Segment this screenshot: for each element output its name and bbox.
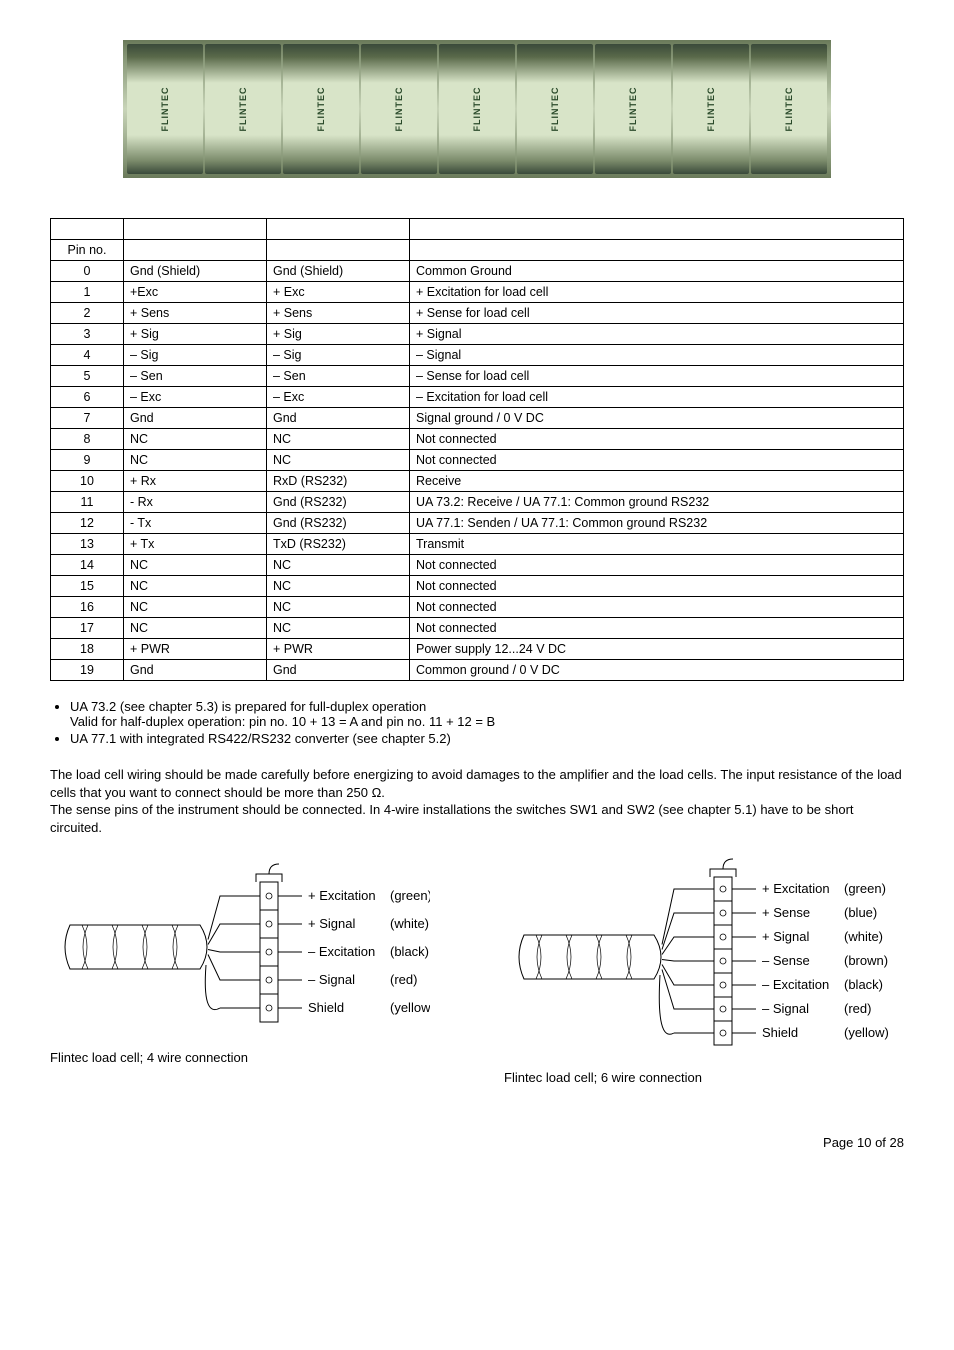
- table-row: 18+ PWR+ PWRPower supply 12...24 V DC: [51, 639, 904, 660]
- table-row: 10+ RxRxD (RS232)Receive: [51, 471, 904, 492]
- page-footer: Page 10 of 28: [50, 1135, 904, 1150]
- svg-text:– Sense: – Sense: [762, 953, 810, 968]
- table-row: 9NCNCNot connected: [51, 450, 904, 471]
- svg-text:+ Sense: + Sense: [762, 905, 810, 920]
- table-row: 2+ Sens+ Sens+ Sense for load cell: [51, 303, 904, 324]
- table-row: 15NCNCNot connected: [51, 576, 904, 597]
- diagram-6wire: + Excitation (green) + Sense (blue) + Signal…: [504, 852, 904, 1085]
- svg-text:– Excitation: – Excitation: [762, 977, 829, 992]
- notes-list: UA 73.2 (see chapter 5.3) is prepared fo…: [50, 699, 904, 746]
- table-row: 0Gnd (Shield)Gnd (Shield)Common Ground: [51, 261, 904, 282]
- svg-text:(blue): (blue): [844, 905, 877, 920]
- svg-text:(brown): (brown): [844, 953, 888, 968]
- table-row: 19GndGndCommon ground / 0 V DC: [51, 660, 904, 681]
- pin-table: Pin no. 0Gnd (Shield)Gnd (Shield)Common …: [50, 218, 904, 681]
- table-row: 14NCNCNot connected: [51, 555, 904, 576]
- svg-text:Shield: Shield: [308, 1000, 344, 1015]
- caption-6wire: Flintec load cell; 6 wire connection: [504, 1070, 904, 1085]
- svg-text:(white): (white): [390, 916, 429, 931]
- svg-text:(yellow): (yellow): [390, 1000, 430, 1015]
- svg-text:(black): (black): [844, 977, 883, 992]
- svg-text:– Signal: – Signal: [762, 1001, 809, 1016]
- table-row: 13+ TxTxD (RS232)Transmit: [51, 534, 904, 555]
- diagram-4wire: + Excitation (green) + Signal (white) – Exci…: [50, 852, 444, 1085]
- svg-text:+ Excitation: + Excitation: [308, 888, 376, 903]
- wiring-paragraph: The load cell wiring should be made care…: [50, 766, 904, 836]
- table-row: 16NCNCNot connected: [51, 597, 904, 618]
- svg-text:(white): (white): [844, 929, 883, 944]
- svg-text:Shield: Shield: [762, 1025, 798, 1040]
- table-row: 6– Exc– Exc– Excitation for load cell: [51, 387, 904, 408]
- table-row: 7GndGndSignal ground / 0 V DC: [51, 408, 904, 429]
- table-row: 4– Sig– Sig– Signal: [51, 345, 904, 366]
- svg-text:– Signal: – Signal: [308, 972, 355, 987]
- svg-text:(black): (black): [390, 944, 429, 959]
- table-row: 8NCNCNot connected: [51, 429, 904, 450]
- pin-header: Pin no.: [51, 240, 124, 261]
- svg-text:+ Excitation: + Excitation: [762, 881, 830, 896]
- table-row: 1+Exc+ Exc+ Excitation for load cell: [51, 282, 904, 303]
- caption-4wire: Flintec load cell; 4 wire connection: [50, 1050, 444, 1065]
- table-row: 17NCNCNot connected: [51, 618, 904, 639]
- table-row: 11- RxGnd (RS232)UA 73.2: Receive / UA 7…: [51, 492, 904, 513]
- product-photo: [123, 40, 831, 178]
- svg-text:(red): (red): [844, 1001, 871, 1016]
- table-row: 12- TxGnd (RS232)UA 77.1: Senden / UA 77…: [51, 513, 904, 534]
- table-row: 5– Sen– Sen– Sense for load cell: [51, 366, 904, 387]
- svg-text:(yellow): (yellow): [844, 1025, 889, 1040]
- note-2: UA 77.1 with integrated RS422/RS232 conv…: [70, 731, 904, 746]
- svg-text:(green): (green): [844, 881, 886, 896]
- svg-text:(green): (green): [390, 888, 430, 903]
- table-row: 3+ Sig+ Sig+ Signal: [51, 324, 904, 345]
- svg-text:+ Signal: + Signal: [308, 916, 355, 931]
- svg-text:– Excitation: – Excitation: [308, 944, 375, 959]
- note-1: UA 73.2 (see chapter 5.3) is prepared fo…: [70, 699, 904, 729]
- svg-text:(red): (red): [390, 972, 417, 987]
- svg-text:+ Signal: + Signal: [762, 929, 809, 944]
